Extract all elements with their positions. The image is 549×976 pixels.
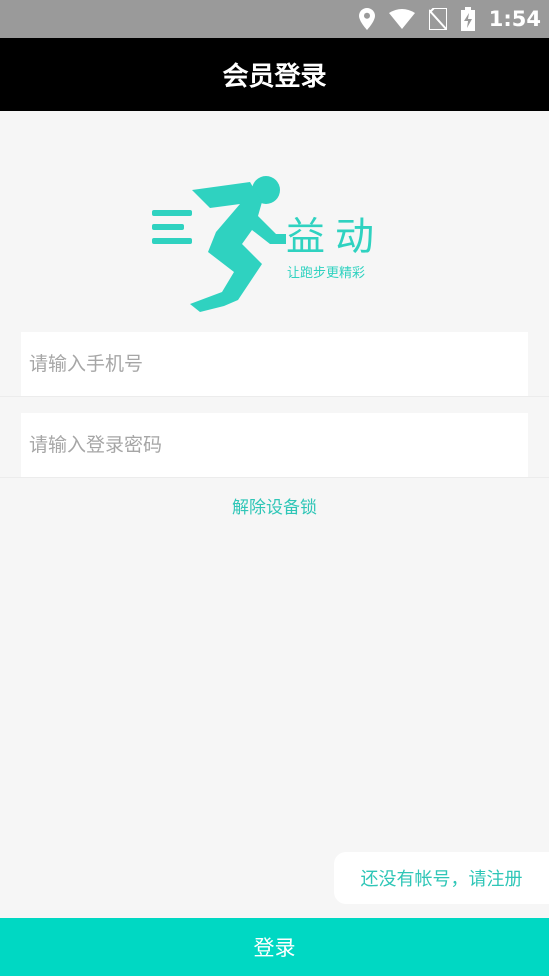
wifi-icon	[388, 9, 415, 29]
phone-row	[0, 332, 549, 397]
status-icons: 1:54	[358, 0, 541, 38]
phone-input[interactable]	[21, 332, 528, 396]
status-bar: 1:54	[0, 0, 549, 38]
logo-slogan: 让跑步更精彩	[287, 266, 366, 281]
page-title: 会员登录	[222, 62, 327, 92]
password-input[interactable]	[21, 413, 528, 477]
location-icon	[358, 8, 375, 30]
no-sim-icon	[428, 8, 447, 30]
battery-charging-icon	[460, 7, 475, 31]
logo-brand: 益动	[286, 215, 385, 260]
password-row	[0, 413, 549, 478]
unlock-device-link[interactable]: 解除设备锁	[0, 493, 549, 518]
clock: 1:54	[488, 7, 541, 31]
title-bar: 会员登录	[0, 38, 549, 111]
register-link[interactable]: 还没有帐号，请注册	[334, 852, 549, 904]
login-button[interactable]: 登录	[0, 918, 549, 976]
